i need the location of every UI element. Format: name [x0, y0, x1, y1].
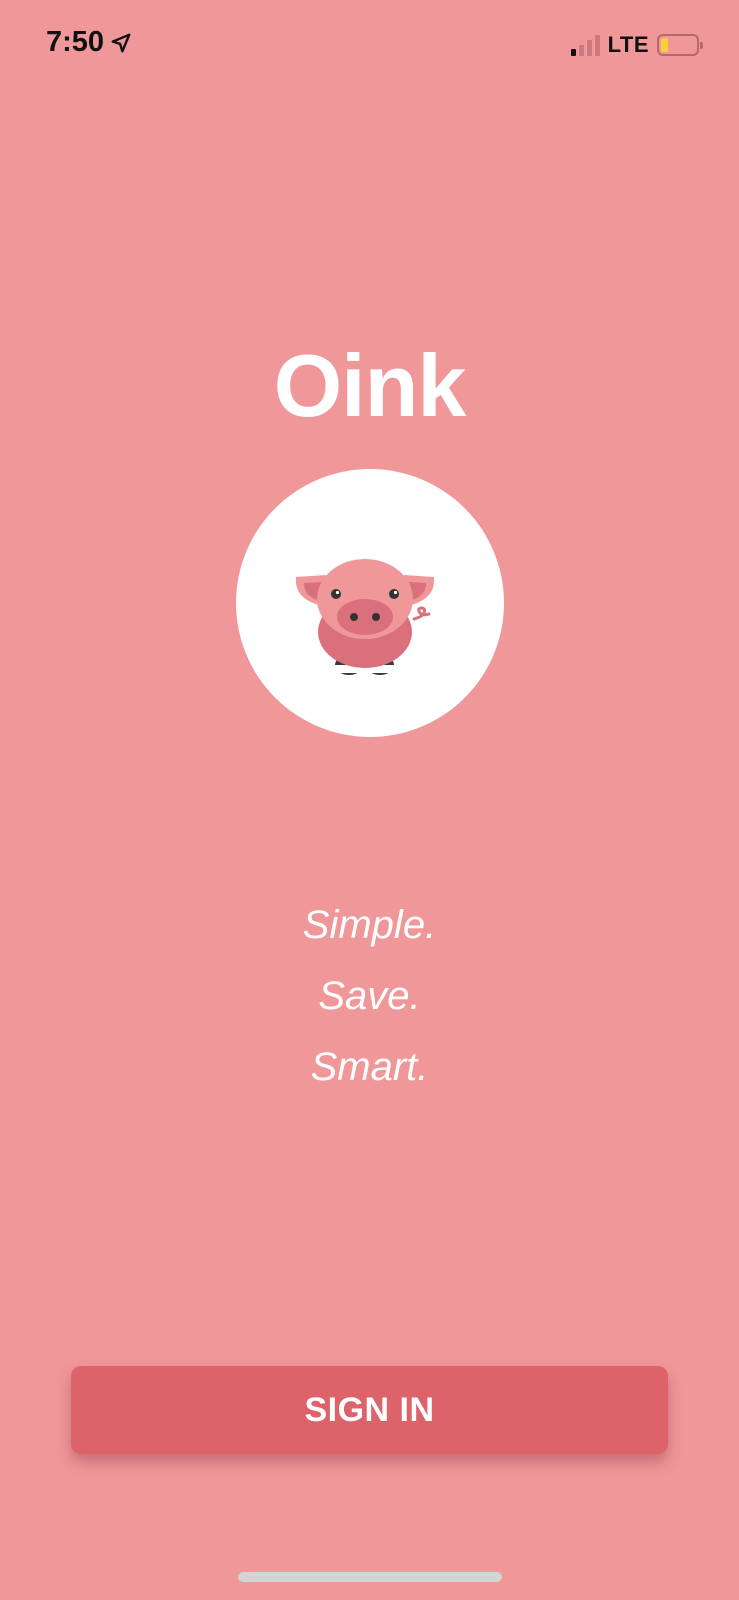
- tagline-save: Save.: [318, 974, 421, 1018]
- taglines: Simple. Save. Smart.: [0, 895, 739, 1108]
- status-indicators: LTE: [570, 32, 703, 58]
- status-bar: 7:50 LTE: [0, 0, 739, 90]
- app-title: Oink: [273, 336, 467, 435]
- sign-in-button[interactable]: SIGN IN: [71, 1366, 668, 1454]
- status-time: 7:50: [46, 26, 132, 59]
- tagline-simple: Simple.: [302, 903, 437, 947]
- battery-low-icon: [657, 34, 703, 56]
- location-arrow-icon: [111, 33, 131, 52]
- cellular-signal-icon: [570, 34, 600, 56]
- pig-icon: [295, 559, 435, 675]
- time-label: 7:50: [46, 26, 105, 58]
- network-type-label: LTE: [607, 32, 649, 57]
- app-logo: [236, 469, 504, 737]
- tagline-smart: Smart.: [310, 1045, 429, 1089]
- home-indicator[interactable]: [238, 1572, 502, 1582]
